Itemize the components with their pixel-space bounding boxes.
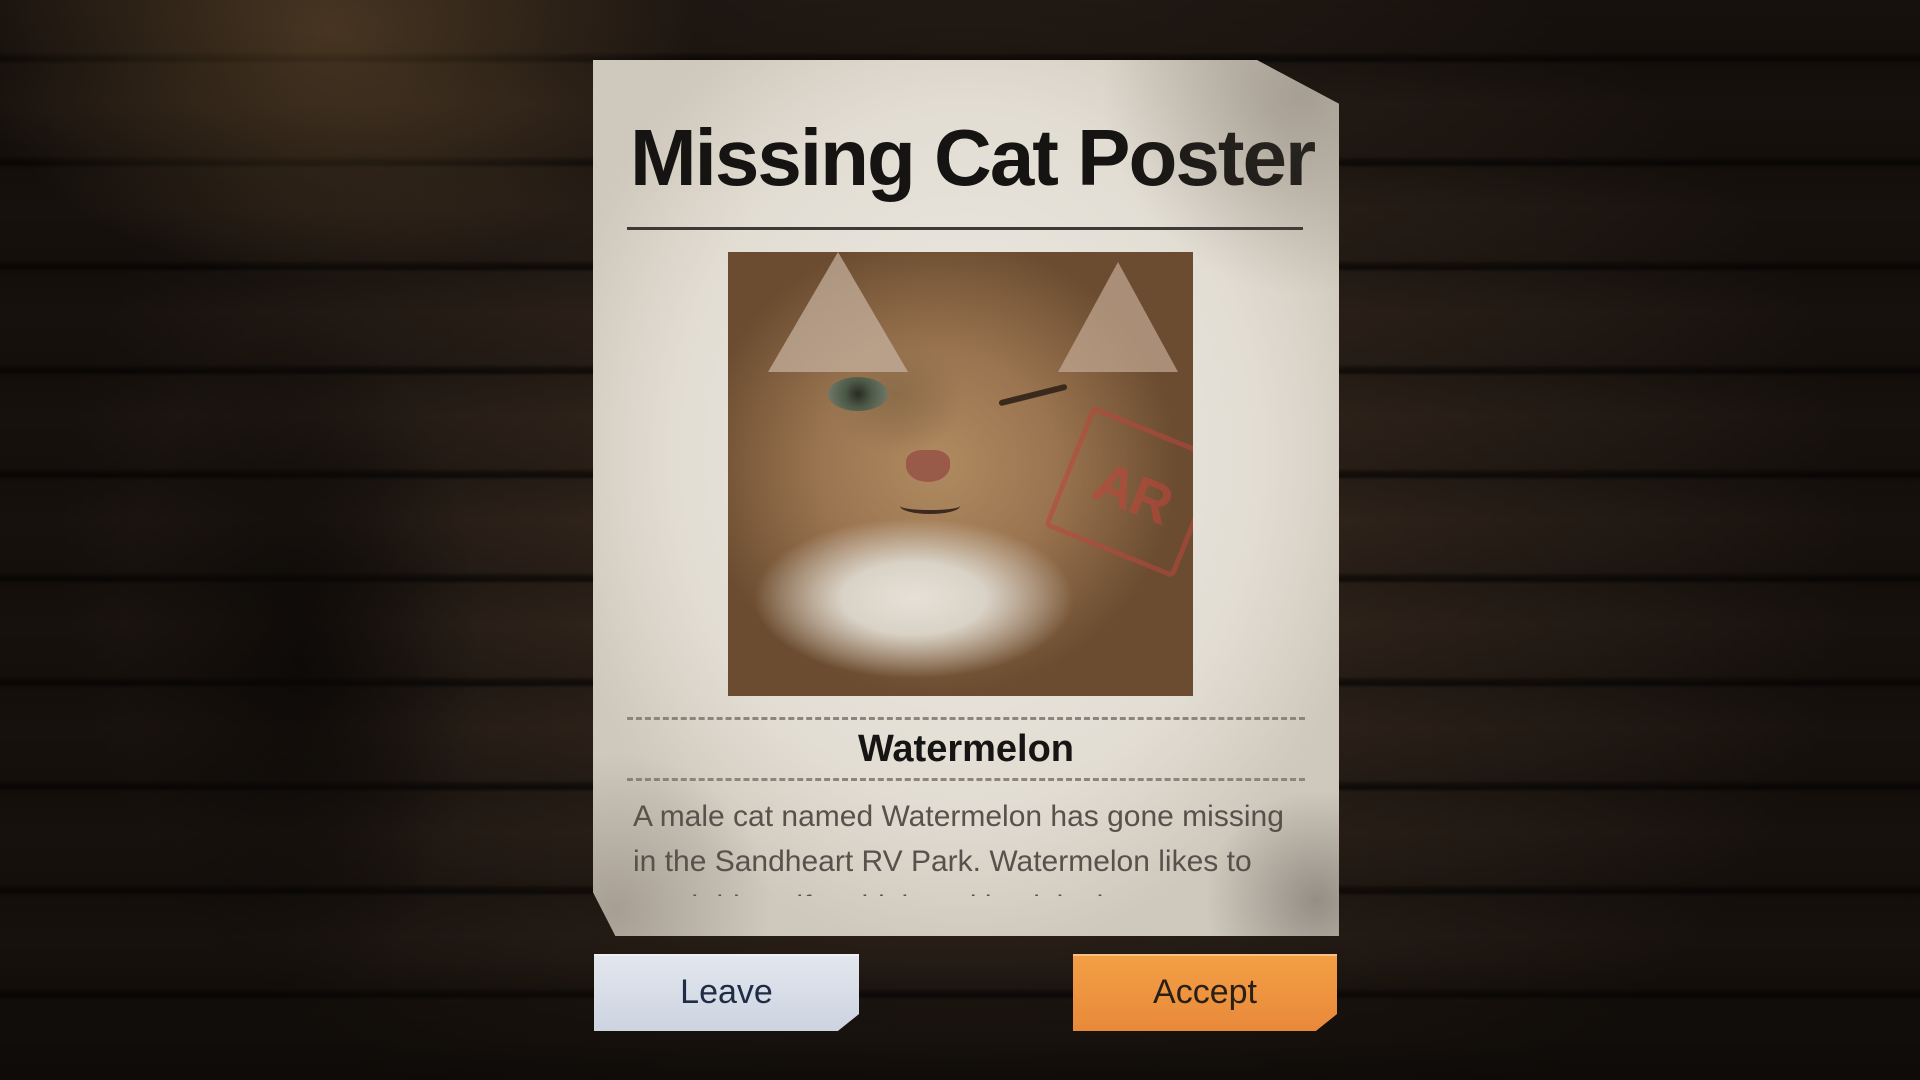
- cat-photo: AR: [728, 252, 1193, 696]
- ground-grass: [0, 960, 1920, 1080]
- poster-title: Missing Cat Poster: [630, 113, 1316, 202]
- accept-button[interactable]: Accept: [1073, 954, 1337, 1031]
- name-divider-bottom: [627, 778, 1305, 781]
- leave-button[interactable]: Leave: [594, 954, 859, 1031]
- game-scene: Missing Cat Poster AR Watermelon A male …: [0, 0, 1920, 1080]
- cat-nose: [906, 450, 950, 482]
- cat-eye-wink: [998, 383, 1068, 407]
- missing-cat-poster: Missing Cat Poster AR Watermelon A male …: [593, 60, 1339, 936]
- poster-description[interactable]: A male cat named Watermelon has gone mis…: [633, 794, 1293, 896]
- title-divider: [627, 227, 1303, 230]
- cat-ear-right: [1058, 262, 1178, 372]
- cat-eye-open: [828, 377, 888, 411]
- stamp-text: AR: [1085, 448, 1181, 536]
- character-shadow: [40, 120, 560, 1080]
- red-stamp: AR: [1043, 405, 1193, 579]
- cat-ear-left: [768, 252, 908, 372]
- name-divider-top: [627, 717, 1305, 720]
- cat-mouth: [900, 498, 960, 514]
- cat-name: Watermelon: [857, 728, 1075, 770]
